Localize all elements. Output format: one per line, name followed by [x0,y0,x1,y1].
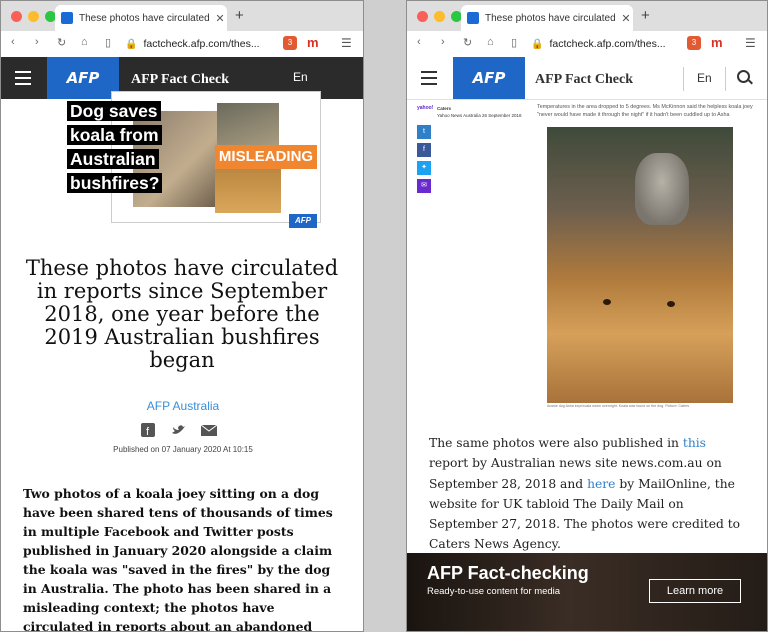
afp-favicon-icon [467,12,479,24]
tab-bar: These photos have circulated in re ✕ + [1,1,363,31]
browser-tab[interactable]: These photos have circulated in re ✕ [461,5,633,31]
minimize-window-button[interactable] [434,11,445,22]
url-text: factcheck.afp.com/thes... [143,38,260,50]
back-icon[interactable]: ‹ [11,36,15,48]
close-tab-icon[interactable]: ✕ [213,12,227,25]
article-paragraph: The same photos were also published in t… [429,433,749,555]
site-brand[interactable]: AFP Fact Check [535,72,633,88]
language-selector[interactable]: En [697,71,712,85]
tab-title: These photos have circulated in re [485,12,619,24]
afp-logo[interactable]: AFP [453,57,525,99]
tab-title: These photos have circulated in re [79,12,213,24]
photo-caption: Aussie dog Asha kept koala warm overnigh… [547,404,690,408]
koala-joey-figure [635,153,689,225]
this-link[interactable]: this [683,436,706,450]
close-window-button[interactable] [11,11,22,22]
language-selector[interactable]: En [293,70,308,84]
misleading-badge: MISLEADING [215,145,317,169]
paragraph-text: The same photos were also published in [429,436,683,450]
browser-window-left: These photos have circulated in re ✕ + ‹… [0,0,364,632]
new-tab-icon[interactable]: + [641,7,650,24]
close-window-button[interactable] [417,11,428,22]
dog-eye [667,301,675,307]
site-brand[interactable]: AFP Fact Check [131,72,229,88]
source-name: Caters [437,106,452,111]
new-tab-icon[interactable]: + [235,7,244,24]
source-sub: Yahoo News Australia 26 September 2018 [437,113,522,118]
twitter-icon[interactable] [171,423,187,437]
tab-bar: These photos have circulated in re ✕ + [407,1,767,31]
search-icon[interactable] [737,70,750,83]
hamburger-menu-icon[interactable] [15,71,31,89]
menu-icon[interactable]: ☰ [341,36,352,50]
learn-more-button[interactable]: Learn more [649,579,741,603]
header-divider [683,67,684,91]
afp-watermark-logo: AFP [289,214,317,228]
brave-shield-icon[interactable]: 3 [687,36,701,50]
hamburger-menu-icon[interactable] [421,71,437,89]
email-icon[interactable]: ✉ [417,179,431,193]
dog-photo [215,163,281,213]
banner-title: AFP Fact-checking [427,563,589,583]
promo-banner: AFP Fact-checking Ready-to-use content f… [407,553,767,631]
share-bar: f [141,423,218,438]
nav-toolbar: ‹ › ↻ ⌂ ▯ 🔒 factcheck.afp.com/thes... 3 … [407,31,767,58]
reload-icon[interactable]: ↻ [463,36,472,49]
source-info: Caters Yahoo News Australia 26 September… [437,105,521,119]
tumblr-icon[interactable]: t [417,125,431,139]
claim-caption: Dog saves koala from Australian bushfire… [67,99,163,195]
here-link[interactable]: here [587,477,615,491]
reload-icon[interactable]: ↻ [57,36,66,49]
afp-favicon-icon [61,12,73,24]
banner-subtitle: Ready-to-use content for media [427,586,561,597]
lock-icon: 🔒 [531,38,544,50]
brave-shield-icon[interactable]: 3 [283,36,297,50]
afp-logo[interactable]: AFP [47,57,119,99]
published-date: Published on 07 January 2020 At 10:15 [113,445,253,454]
article-lede: Two photos of a koala joey sitting on a … [23,486,333,632]
home-icon[interactable]: ⌂ [487,36,494,48]
address-bar[interactable]: 🔒 factcheck.afp.com/thes... [531,34,666,54]
browser-window-right: These photos have circulated in re ✕ + ‹… [406,0,768,632]
header-divider [725,67,726,91]
home-icon[interactable]: ⌂ [81,36,88,48]
yahoo-logo: yahoo! [417,105,434,111]
back-icon[interactable]: ‹ [417,36,421,48]
url-text: factcheck.afp.com/thes... [549,38,666,50]
lock-icon: 🔒 [125,38,138,50]
bookmark-icon[interactable]: ▯ [511,36,517,49]
menu-icon[interactable]: ☰ [745,36,756,50]
forward-icon[interactable]: › [441,36,445,48]
embedded-snippet: Temperatures in the area dropped to 5 de… [537,104,753,118]
email-icon[interactable] [200,423,218,437]
byline-link[interactable]: AFP Australia [1,399,363,413]
facebook-icon[interactable]: f [141,423,157,438]
minimize-window-button[interactable] [28,11,39,22]
article-headline: These photos have circulated in reports … [25,256,339,372]
dog-eye [603,299,611,305]
browser-tab[interactable]: These photos have circulated in re ✕ [55,5,227,31]
nav-toolbar: ‹ › ↻ ⌂ ▯ 🔒 factcheck.afp.com/thes... 3 … [1,31,363,58]
facebook-icon[interactable]: f [417,143,431,157]
forward-icon[interactable]: › [35,36,39,48]
extension-m-icon[interactable]: m [711,35,723,50]
close-tab-icon[interactable]: ✕ [619,12,633,25]
twitter-icon[interactable]: ✦ [417,161,431,175]
bookmark-icon[interactable]: ▯ [105,36,111,49]
extension-m-icon[interactable]: m [307,35,319,50]
address-bar[interactable]: 🔒 factcheck.afp.com/thes... [125,34,260,54]
